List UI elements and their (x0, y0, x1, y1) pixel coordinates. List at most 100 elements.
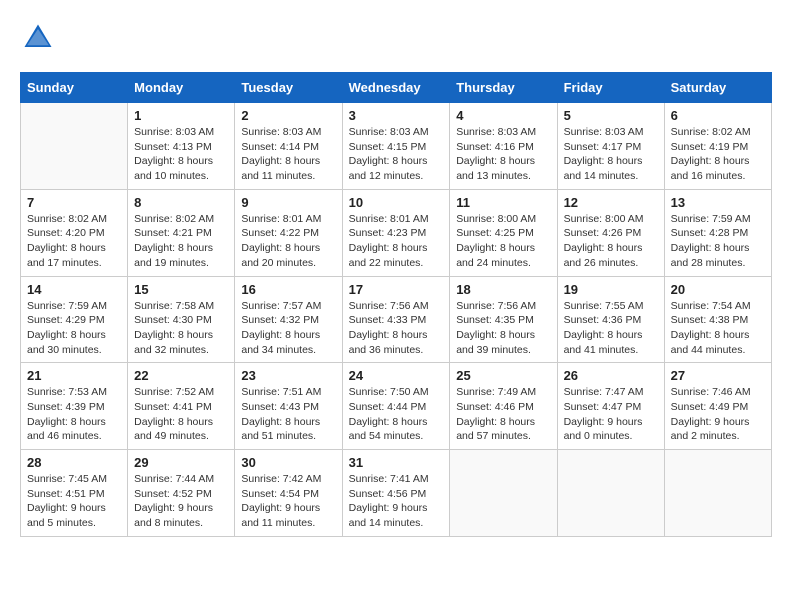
day-number: 14 (27, 282, 121, 297)
calendar-cell: 24 Sunrise: 7:50 AMSunset: 4:44 PMDayligh… (342, 363, 450, 450)
calendar-cell (450, 450, 557, 537)
day-number: 15 (134, 282, 228, 297)
calendar-cell: 31 Sunrise: 7:41 AMSunset: 4:56 PMDayligh… (342, 450, 450, 537)
day-number: 13 (671, 195, 765, 210)
calendar-week-row: 14 Sunrise: 7:59 AMSunset: 4:29 PMDayligh… (21, 276, 772, 363)
day-number: 22 (134, 368, 228, 383)
day-number: 25 (456, 368, 550, 383)
day-number: 7 (27, 195, 121, 210)
day-info: Sunrise: 8:03 AMSunset: 4:15 PMDaylight:… (349, 125, 444, 184)
calendar-week-row: 7 Sunrise: 8:02 AMSunset: 4:20 PMDaylight… (21, 189, 772, 276)
calendar-cell: 25 Sunrise: 7:49 AMSunset: 4:46 PMDayligh… (450, 363, 557, 450)
day-number: 21 (27, 368, 121, 383)
day-info: Sunrise: 7:53 AMSunset: 4:39 PMDaylight:… (27, 385, 121, 444)
calendar-cell: 13Sunrise: 7:59 AMSunset: 4:28 PMDayligh… (664, 189, 771, 276)
day-info: Sunrise: 8:01 AMSunset: 4:22 PMDaylight:… (241, 212, 335, 271)
day-number: 10 (349, 195, 444, 210)
day-info: Sunrise: 8:03 AMSunset: 4:16 PMDaylight:… (456, 125, 550, 184)
day-info: Sunrise: 8:03 AMSunset: 4:13 PMDaylight:… (134, 125, 228, 184)
calendar-cell (21, 103, 128, 190)
day-info: Sunrise: 7:50 AMSunset: 4:44 PMDaylight:… (349, 385, 444, 444)
calendar-cell: 2 Sunrise: 8:03 AMSunset: 4:14 PMDaylight… (235, 103, 342, 190)
calendar-cell: 23 Sunrise: 7:51 AMSunset: 4:43 PMDayligh… (235, 363, 342, 450)
logo-icon (20, 20, 56, 56)
day-info: Sunrise: 8:01 AMSunset: 4:23 PMDaylight:… (349, 212, 444, 271)
day-number: 28 (27, 455, 121, 470)
day-number: 1 (134, 108, 228, 123)
day-info: Sunrise: 8:03 AMSunset: 4:14 PMDaylight:… (241, 125, 335, 184)
day-info: Sunrise: 7:55 AMSunset: 4:36 PMDaylight:… (564, 299, 658, 358)
logo (20, 20, 60, 56)
day-info: Sunrise: 8:02 AMSunset: 4:21 PMDaylight:… (134, 212, 228, 271)
day-info: Sunrise: 7:44 AMSunset: 4:52 PMDaylight:… (134, 472, 228, 531)
day-info: Sunrise: 7:46 AMSunset: 4:49 PMDaylight:… (671, 385, 765, 444)
day-info: Sunrise: 7:52 AMSunset: 4:41 PMDaylight:… (134, 385, 228, 444)
calendar-cell: 3 Sunrise: 8:03 AMSunset: 4:15 PMDaylight… (342, 103, 450, 190)
day-number: 6 (671, 108, 765, 123)
calendar-header-row: SundayMondayTuesdayWednesdayThursdayFrid… (21, 73, 772, 103)
day-number: 8 (134, 195, 228, 210)
calendar-cell: 16Sunrise: 7:57 AMSunset: 4:32 PMDayligh… (235, 276, 342, 363)
calendar-table: SundayMondayTuesdayWednesdayThursdayFrid… (20, 72, 772, 537)
day-number: 2 (241, 108, 335, 123)
day-info: Sunrise: 7:42 AMSunset: 4:54 PMDaylight:… (241, 472, 335, 531)
calendar-cell: 21 Sunrise: 7:53 AMSunset: 4:39 PMDayligh… (21, 363, 128, 450)
calendar-cell (557, 450, 664, 537)
day-info: Sunrise: 7:57 AMSunset: 4:32 PMDaylight:… (241, 299, 335, 358)
day-number: 11 (456, 195, 550, 210)
calendar-cell: 28Sunrise: 7:45 AMSunset: 4:51 PMDayligh… (21, 450, 128, 537)
day-number: 24 (349, 368, 444, 383)
day-info: Sunrise: 7:51 AMSunset: 4:43 PMDaylight:… (241, 385, 335, 444)
day-number: 20 (671, 282, 765, 297)
calendar-cell: 30 Sunrise: 7:42 AMSunset: 4:54 PMDayligh… (235, 450, 342, 537)
calendar-cell: 17Sunrise: 7:56 AMSunset: 4:33 PMDayligh… (342, 276, 450, 363)
day-number: 31 (349, 455, 444, 470)
day-info: Sunrise: 7:58 AMSunset: 4:30 PMDaylight:… (134, 299, 228, 358)
weekday-header-tuesday: Tuesday (235, 73, 342, 103)
calendar-cell: 12 Sunrise: 8:00 AMSunset: 4:26 PMDayligh… (557, 189, 664, 276)
weekday-header-saturday: Saturday (664, 73, 771, 103)
calendar-cell: 8 Sunrise: 8:02 AMSunset: 4:21 PMDaylight… (128, 189, 235, 276)
day-number: 3 (349, 108, 444, 123)
day-info: Sunrise: 8:02 AMSunset: 4:19 PMDaylight:… (671, 125, 765, 184)
calendar-cell: 6 Sunrise: 8:02 AMSunset: 4:19 PMDaylight… (664, 103, 771, 190)
calendar-cell: 20 Sunrise: 7:54 AMSunset: 4:38 PMDayligh… (664, 276, 771, 363)
day-number: 23 (241, 368, 335, 383)
weekday-header-sunday: Sunday (21, 73, 128, 103)
page-header (20, 20, 772, 56)
day-info: Sunrise: 8:00 AMSunset: 4:26 PMDaylight:… (564, 212, 658, 271)
calendar-cell: 27Sunrise: 7:46 AMSunset: 4:49 PMDayligh… (664, 363, 771, 450)
weekday-header-friday: Friday (557, 73, 664, 103)
calendar-cell: 4 Sunrise: 8:03 AMSunset: 4:16 PMDaylight… (450, 103, 557, 190)
day-info: Sunrise: 7:59 AMSunset: 4:29 PMDaylight:… (27, 299, 121, 358)
calendar-cell: 22 Sunrise: 7:52 AMSunset: 4:41 PMDayligh… (128, 363, 235, 450)
calendar-week-row: 28Sunrise: 7:45 AMSunset: 4:51 PMDayligh… (21, 450, 772, 537)
day-number: 9 (241, 195, 335, 210)
calendar-cell: 29 Sunrise: 7:44 AMSunset: 4:52 PMDayligh… (128, 450, 235, 537)
day-number: 30 (241, 455, 335, 470)
day-info: Sunrise: 7:49 AMSunset: 4:46 PMDaylight:… (456, 385, 550, 444)
day-number: 4 (456, 108, 550, 123)
day-number: 26 (564, 368, 658, 383)
calendar-cell: 1 Sunrise: 8:03 AMSunset: 4:13 PMDaylight… (128, 103, 235, 190)
calendar-cell: 26 Sunrise: 7:47 AMSunset: 4:47 PMDayligh… (557, 363, 664, 450)
day-number: 5 (564, 108, 658, 123)
calendar-cell: 5 Sunrise: 8:03 AMSunset: 4:17 PMDaylight… (557, 103, 664, 190)
day-info: Sunrise: 7:54 AMSunset: 4:38 PMDaylight:… (671, 299, 765, 358)
day-info: Sunrise: 7:41 AMSunset: 4:56 PMDaylight:… (349, 472, 444, 531)
calendar-cell: 14 Sunrise: 7:59 AMSunset: 4:29 PMDayligh… (21, 276, 128, 363)
weekday-header-monday: Monday (128, 73, 235, 103)
day-info: Sunrise: 7:47 AMSunset: 4:47 PMDaylight:… (564, 385, 658, 444)
day-number: 29 (134, 455, 228, 470)
day-info: Sunrise: 8:03 AMSunset: 4:17 PMDaylight:… (564, 125, 658, 184)
day-number: 17 (349, 282, 444, 297)
calendar-cell: 11Sunrise: 8:00 AMSunset: 4:25 PMDayligh… (450, 189, 557, 276)
day-number: 12 (564, 195, 658, 210)
calendar-cell: 10 Sunrise: 8:01 AMSunset: 4:23 PMDayligh… (342, 189, 450, 276)
weekday-header-wednesday: Wednesday (342, 73, 450, 103)
day-info: Sunrise: 8:02 AMSunset: 4:20 PMDaylight:… (27, 212, 121, 271)
calendar-cell: 18Sunrise: 7:56 AMSunset: 4:35 PMDayligh… (450, 276, 557, 363)
day-info: Sunrise: 7:56 AMSunset: 4:35 PMDaylight:… (456, 299, 550, 358)
calendar-cell: 9 Sunrise: 8:01 AMSunset: 4:22 PMDaylight… (235, 189, 342, 276)
weekday-header-thursday: Thursday (450, 73, 557, 103)
